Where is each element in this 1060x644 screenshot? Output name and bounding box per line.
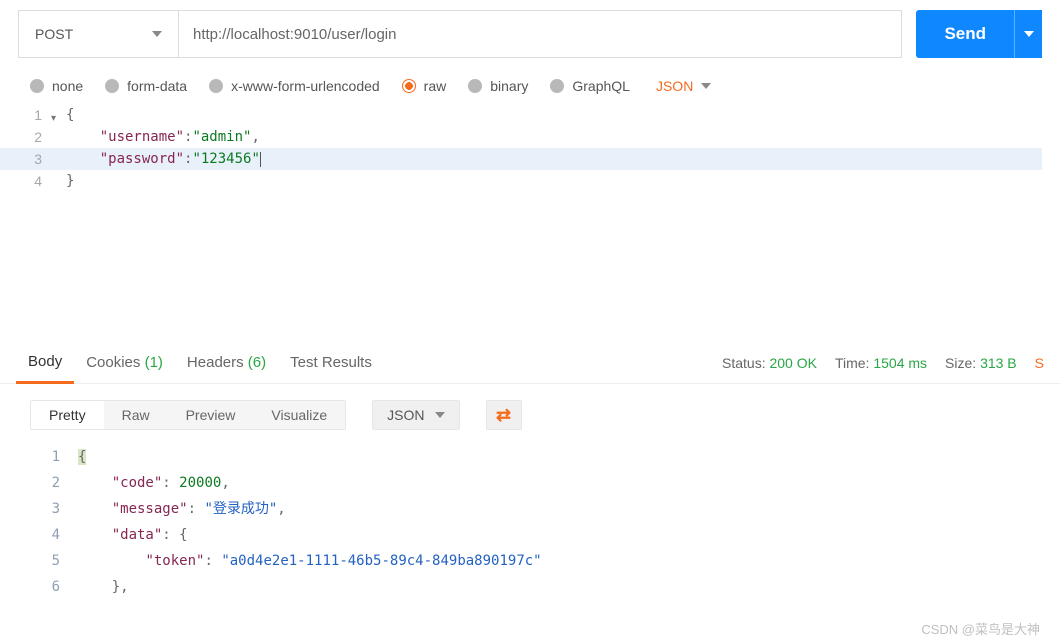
- send-dropdown-button[interactable]: [1014, 10, 1042, 58]
- radio-icon: [468, 79, 482, 93]
- chevron-down-icon: [701, 83, 711, 89]
- tab-test-results[interactable]: Test Results: [278, 342, 384, 384]
- status-field: Status: 200 OK: [722, 355, 817, 371]
- response-tabs: Body Cookies (1) Headers (6) Test Result…: [0, 342, 1060, 384]
- chevron-down-icon: [435, 412, 445, 418]
- radio-icon: [550, 79, 564, 93]
- send-button-group: Send: [916, 10, 1042, 58]
- body-type-binary[interactable]: binary: [468, 78, 528, 94]
- tab-cookies[interactable]: Cookies (1): [74, 342, 175, 384]
- request-bar: POST http://localhost:9010/user/login Se…: [0, 0, 1060, 68]
- watermark: CSDN @菜鸟是大神: [921, 619, 1040, 638]
- radio-icon: [30, 79, 44, 93]
- subtab-raw[interactable]: Raw: [104, 401, 168, 429]
- request-body-editor[interactable]: 1▾ { 2 "username":"admin", 3 "password":…: [0, 104, 1060, 192]
- radio-icon: [209, 79, 223, 93]
- body-type-radio-group: none form-data x-www-form-urlencoded raw…: [0, 68, 1060, 104]
- body-type-raw[interactable]: raw: [402, 78, 447, 94]
- wrap-lines-icon[interactable]: ⇄: [486, 400, 522, 430]
- body-type-urlencoded[interactable]: x-www-form-urlencoded: [209, 78, 380, 94]
- subtab-pretty[interactable]: Pretty: [31, 401, 104, 429]
- time-field: Time: 1504 ms: [835, 355, 927, 371]
- response-subbar: Pretty Raw Preview Visualize JSON ⇄: [0, 384, 1060, 440]
- subtab-visualize[interactable]: Visualize: [253, 401, 345, 429]
- subtab-preview[interactable]: Preview: [168, 401, 254, 429]
- chevron-down-icon: [1024, 31, 1034, 37]
- radio-icon: [105, 79, 119, 93]
- radio-icon: [402, 79, 416, 93]
- tab-body[interactable]: Body: [16, 342, 74, 384]
- chevron-down-icon: [152, 31, 162, 37]
- text-cursor: [260, 152, 261, 167]
- url-input[interactable]: http://localhost:9010/user/login: [178, 10, 902, 58]
- send-button[interactable]: Send: [916, 10, 1014, 58]
- body-type-form-data[interactable]: form-data: [105, 78, 187, 94]
- response-meta: Status: 200 OK Time: 1504 ms Size: 313 B…: [722, 355, 1044, 371]
- body-type-graphql[interactable]: GraphQL: [550, 78, 630, 94]
- tab-headers[interactable]: Headers (6): [175, 342, 278, 384]
- response-body-editor[interactable]: 1{ 2 "code": 20000, 3 "message": "登录成功",…: [0, 440, 1060, 600]
- save-response-button[interactable]: S: [1035, 355, 1044, 371]
- size-field: Size: 313 B: [945, 355, 1017, 371]
- http-method-value: POST: [35, 26, 73, 42]
- body-type-none[interactable]: none: [30, 78, 83, 94]
- body-format-select[interactable]: JSON: [656, 78, 711, 94]
- http-method-select[interactable]: POST: [18, 10, 178, 58]
- response-format-select[interactable]: JSON: [372, 400, 459, 430]
- url-value: http://localhost:9010/user/login: [193, 26, 396, 43]
